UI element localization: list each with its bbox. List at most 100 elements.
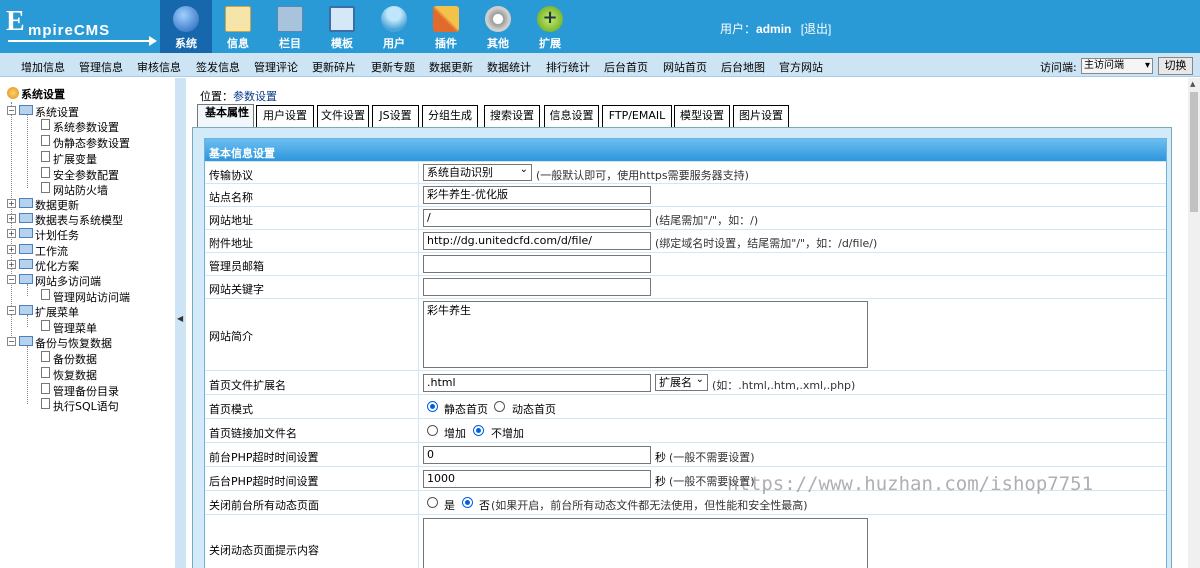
- extension-select[interactable]: 扩展名: [655, 372, 708, 391]
- watermark: https://www.huzhan.com/ishop7751: [727, 473, 1094, 495]
- tree-root: 系统设置: [21, 88, 65, 101]
- tab-basic[interactable]: 基本属性: [197, 102, 254, 128]
- menu-manage-comments[interactable]: 管理评论: [254, 59, 298, 75]
- nav-extend[interactable]: + 扩展: [524, 0, 576, 53]
- folder-icon: [19, 105, 33, 115]
- sidebar-item-backup-data[interactable]: 备份数据: [53, 351, 97, 367]
- expand-icon[interactable]: +: [7, 260, 16, 269]
- radio-close-dynamic-yes[interactable]: [427, 497, 438, 508]
- nav-template[interactable]: 模板: [316, 0, 368, 53]
- sidebar-item-ext-vars[interactable]: 扩展变量: [53, 151, 97, 167]
- expand-icon[interactable]: +: [7, 245, 16, 254]
- sidebar-item-security-params[interactable]: 安全参数配置: [53, 167, 119, 183]
- tab-js[interactable]: JS设置: [372, 105, 419, 127]
- nav-other[interactable]: 其他: [472, 0, 524, 53]
- radio-no-filename[interactable]: [473, 425, 484, 436]
- attachment-url-input[interactable]: http://dg.unitedcfd.com/d/file/: [423, 232, 651, 250]
- empirecms-logo: E mpireCMS: [6, 6, 158, 46]
- table-row: 管理员邮箱: [205, 252, 1166, 275]
- collapse-icon[interactable]: −: [7, 337, 16, 346]
- radio-static-index[interactable]: [427, 401, 438, 412]
- nav-system[interactable]: 系统: [160, 0, 212, 53]
- nav-info[interactable]: 信息: [212, 0, 264, 53]
- sidebar-toggle-splitter[interactable]: ◀: [175, 78, 186, 568]
- scroll-up-icon[interactable]: ▲: [1190, 80, 1195, 88]
- folder-icon: [19, 198, 33, 208]
- section-title: 基本信息设置: [205, 139, 1166, 161]
- site-url-input[interactable]: /: [423, 209, 651, 227]
- document-icon: [41, 289, 50, 300]
- menu-update-fragments[interactable]: 更新碎片: [312, 59, 356, 75]
- sidebar-item-workflow[interactable]: 工作流: [35, 243, 68, 259]
- sidebar-item-multi-endpoint[interactable]: 网站多访问端: [35, 273, 101, 289]
- vertical-scrollbar[interactable]: ▲: [1188, 78, 1200, 568]
- tab-info[interactable]: 信息设置: [544, 105, 599, 127]
- sidebar-item-rewrite-params[interactable]: 伪静态参数设置: [53, 135, 130, 151]
- site-keywords-input[interactable]: [423, 278, 651, 296]
- nav-user[interactable]: 用户: [368, 0, 420, 53]
- expand-icon[interactable]: +: [7, 199, 16, 208]
- logout-link[interactable]: [退出]: [801, 22, 832, 36]
- sidebar-item-optimization[interactable]: 优化方案: [35, 258, 79, 274]
- menu-rank-stats[interactable]: 排行统计: [546, 59, 590, 75]
- collapse-icon[interactable]: −: [7, 306, 16, 315]
- front-timeout-input[interactable]: 0: [423, 446, 651, 464]
- admin-timeout-input[interactable]: 1000: [423, 470, 651, 488]
- protocol-select[interactable]: 系统自动识别: [423, 162, 532, 181]
- expand-icon[interactable]: +: [7, 214, 16, 223]
- menu-update-topics[interactable]: 更新专题: [371, 59, 415, 75]
- tab-user[interactable]: 用户设置: [256, 105, 314, 127]
- document-icon: [41, 167, 50, 178]
- sidebar-item-restore-data[interactable]: 恢复数据: [53, 367, 97, 383]
- sidebar-item-manage-menu[interactable]: 管理菜单: [53, 320, 97, 336]
- folder-icon: [19, 305, 33, 315]
- collapse-icon[interactable]: −: [7, 275, 16, 284]
- sidebar-item-firewall[interactable]: 网站防火墙: [53, 182, 108, 198]
- site-description-textarea[interactable]: 彩牛养生: [423, 301, 868, 368]
- sidebar-item-system-params[interactable]: 系统参数设置: [53, 119, 119, 135]
- sidebar-item-backup-restore[interactable]: 备份与恢复数据: [35, 335, 112, 351]
- tab-ftp-email[interactable]: FTP/EMAIL: [602, 105, 672, 127]
- tab-group-gen[interactable]: 分组生成: [422, 105, 478, 127]
- sidebar-item-tables-models[interactable]: 数据表与系统模型: [35, 212, 123, 228]
- closed-page-message-textarea[interactable]: [423, 518, 868, 568]
- sidebar-item-scheduled-tasks[interactable]: 计划任务: [35, 227, 79, 243]
- sidebar-item-backup-dirs[interactable]: 管理备份目录: [53, 383, 119, 399]
- radio-close-dynamic-no[interactable]: [462, 497, 473, 508]
- sidebar-item-run-sql[interactable]: 执行SQL语句: [53, 398, 119, 414]
- menu-admin-map[interactable]: 后台地图: [721, 59, 765, 75]
- breadcrumb-link[interactable]: 参数设置: [233, 90, 277, 103]
- settings-panel: 基本信息设置 传输协议 系统自动识别 (一般默认即可，使用https需要服务器支…: [192, 127, 1172, 568]
- menu-official-site[interactable]: 官方网站: [779, 59, 823, 75]
- visit-endpoint-select[interactable]: 主访问端: [1081, 58, 1153, 74]
- site-name-input[interactable]: 彩牛养生-优化版: [423, 186, 651, 204]
- menu-admin-home[interactable]: 后台首页: [604, 59, 648, 75]
- tab-model[interactable]: 模型设置: [674, 105, 730, 127]
- tab-file[interactable]: 文件设置: [317, 105, 369, 127]
- document-icon: [41, 398, 50, 409]
- nav-column[interactable]: 栏目: [264, 0, 316, 53]
- menu-data-update[interactable]: 数据更新: [429, 59, 473, 75]
- sidebar-item-ext-menu[interactable]: 扩展菜单: [35, 304, 79, 320]
- index-extension-input[interactable]: .html: [423, 374, 651, 392]
- collapse-arrow-icon[interactable]: ◀: [177, 314, 183, 323]
- radio-add-filename[interactable]: [427, 425, 438, 436]
- expand-icon[interactable]: +: [7, 229, 16, 238]
- menu-audit-info[interactable]: 审核信息: [137, 59, 181, 75]
- menu-data-stats[interactable]: 数据统计: [487, 59, 531, 75]
- nav-plugin[interactable]: 插件: [420, 0, 472, 53]
- scrollbar-thumb[interactable]: [1190, 92, 1198, 212]
- tab-search[interactable]: 搜索设置: [484, 105, 540, 127]
- switch-button[interactable]: 切换: [1158, 57, 1193, 75]
- menu-manage-info[interactable]: 管理信息: [79, 59, 123, 75]
- menu-site-home[interactable]: 网站首页: [663, 59, 707, 75]
- admin-email-input[interactable]: [423, 255, 651, 273]
- sidebar-item-manage-endpoints[interactable]: 管理网站访问端: [53, 289, 130, 305]
- sidebar-item-system-settings[interactable]: 系统设置: [35, 104, 79, 120]
- tab-image[interactable]: 图片设置: [733, 105, 789, 127]
- menu-sign-info[interactable]: 签发信息: [196, 59, 240, 75]
- collapse-icon[interactable]: −: [7, 106, 16, 115]
- sidebar-item-data-update[interactable]: 数据更新: [35, 197, 79, 213]
- menu-add-info[interactable]: 增加信息: [21, 59, 65, 75]
- radio-dynamic-index[interactable]: [494, 401, 505, 412]
